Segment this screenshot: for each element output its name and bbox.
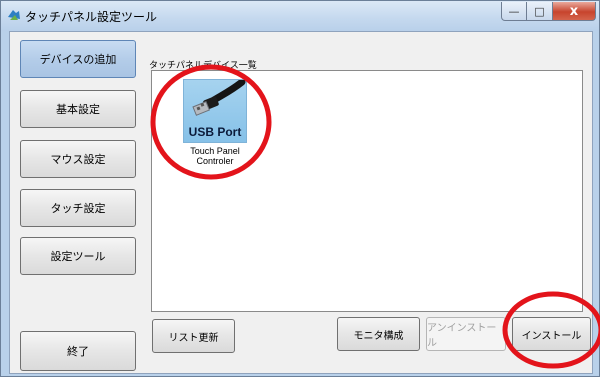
minimize-button[interactable]: — (501, 2, 527, 21)
uninstall-label: アンインストール (427, 323, 497, 349)
sidebar-item-label: マウス設定 (50, 153, 106, 166)
install-button[interactable]: インストール (512, 317, 591, 351)
device-icon-tile: USB Port (183, 78, 247, 143)
exit-button-label: 終了 (67, 345, 89, 358)
sidebar-item-mouse-settings[interactable]: マウス設定 (20, 140, 136, 178)
app-icon (8, 10, 20, 20)
sidebar-item-label: タッチ設定 (50, 202, 106, 215)
maximize-button[interactable]: □ (527, 2, 553, 21)
device-list[interactable]: USB Port Touch Panel Controler (151, 70, 583, 312)
sidebar-item-label: 設定ツール (50, 250, 106, 263)
window-title: タッチパネル設定ツール (25, 10, 158, 24)
sidebar-item-label: 基本設定 (56, 103, 100, 116)
window-controls: — □ x (501, 2, 596, 22)
sidebar-item-basic-settings[interactable]: 基本設定 (20, 90, 136, 128)
sidebar-item-touch-settings[interactable]: タッチ設定 (20, 189, 136, 227)
list-item-device[interactable]: USB Port Touch Panel Controler (180, 78, 250, 189)
uninstall-button[interactable]: アンインストール (426, 317, 506, 351)
sidebar-item-label: デバイスの追加 (39, 53, 117, 66)
refresh-list-button[interactable]: リスト更新 (152, 319, 235, 353)
monitor-config-label: モニタ構成 (353, 330, 404, 342)
refresh-list-label: リスト更新 (168, 332, 219, 344)
client-area: デバイスの追加 基本設定 マウス設定 タッチ設定 設定ツール 終了 タッチパネル… (9, 31, 593, 374)
usb-cable-icon (192, 78, 246, 116)
monitor-config-button[interactable]: モニタ構成 (337, 317, 420, 351)
exit-button[interactable]: 終了 (20, 331, 136, 371)
maximize-icon: □ (534, 4, 545, 18)
sidebar-item-add-device[interactable]: デバイスの追加 (20, 40, 136, 78)
close-icon: x (569, 3, 579, 19)
minimize-icon: — (508, 4, 520, 18)
device-name: Touch Panel Controler (172, 146, 258, 166)
install-label: インストール (521, 330, 582, 342)
usb-port-caption: USB Port (188, 125, 242, 139)
device-name-text: Touch Panel Controler (190, 146, 240, 166)
app-window: タッチパネル設定ツール — □ x デバイスの追加 基本設定 マウス設定 タッチ… (0, 0, 600, 377)
title-bar[interactable]: タッチパネル設定ツール — □ x (1, 1, 599, 31)
close-button[interactable]: x (553, 2, 596, 21)
sidebar-item-settings-tool[interactable]: 設定ツール (20, 237, 136, 275)
